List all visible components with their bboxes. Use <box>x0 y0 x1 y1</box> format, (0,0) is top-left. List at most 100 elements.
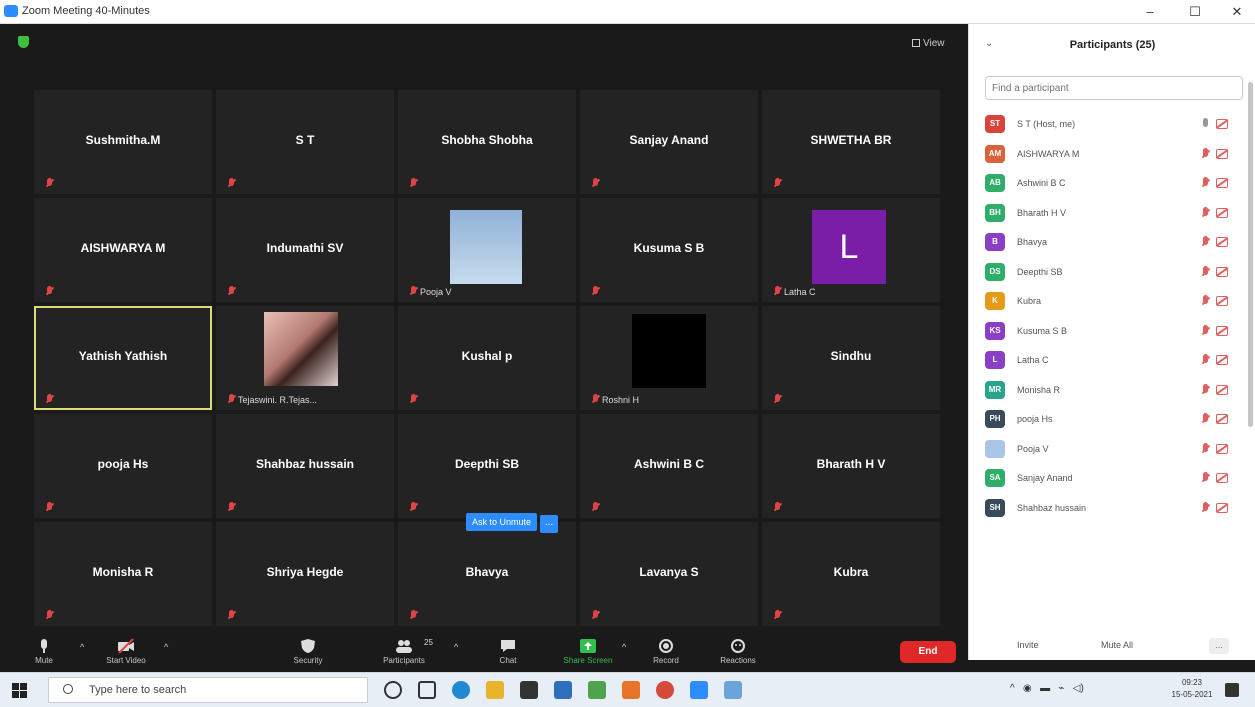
participant-tile[interactable]: Kubra <box>762 522 940 626</box>
participant-tile[interactable]: Tejaswini. R.Tejas... <box>216 306 394 410</box>
video-off-icon <box>1216 414 1228 424</box>
participant-tile[interactable]: Bhavya <box>398 522 576 626</box>
participants-button[interactable]: Participants <box>380 636 428 672</box>
office-icon[interactable] <box>622 681 640 699</box>
participant-row[interactable]: L Latha C <box>969 346 1255 376</box>
close-button[interactable]: ✕ <box>1222 2 1252 22</box>
participant-row[interactable]: Pooja V <box>969 435 1255 465</box>
participant-row[interactable]: K Kubra <box>969 287 1255 317</box>
minimize-button[interactable]: – <box>1135 2 1165 22</box>
taskbar-search-box[interactable]: Type here to search <box>48 677 368 703</box>
participant-row[interactable]: PH pooja Hs <box>969 405 1255 435</box>
participant-row[interactable]: BH Bharath H V <box>969 199 1255 229</box>
participant-tile[interactable]: Bharath H V <box>762 414 940 518</box>
view-button[interactable]: View <box>912 38 945 49</box>
video-options-caret-icon[interactable]: ^ <box>164 642 168 652</box>
windows-start-icon[interactable] <box>12 683 27 698</box>
system-clock[interactable]: 09:23 15-05-2021 <box>1170 677 1214 701</box>
muted-mic-icon <box>1201 472 1210 484</box>
participant-row[interactable]: SH Shahbaz hussain <box>969 494 1255 524</box>
file-explorer-icon[interactable] <box>486 681 504 699</box>
zoom-taskbar-icon[interactable] <box>690 681 708 699</box>
participant-tile[interactable]: Indumathi SV <box>216 198 394 302</box>
gallery-grid: Sushmitha.M S T Shobha Shobha Sanjay Anand S… <box>34 90 940 630</box>
avatar: DS <box>985 262 1005 281</box>
cortana-icon[interactable] <box>384 681 402 699</box>
participant-tile[interactable]: Monisha R <box>34 522 212 626</box>
store-icon[interactable] <box>520 681 538 699</box>
security-shield-icon <box>301 639 315 653</box>
participant-row[interactable]: MR Monisha R <box>969 376 1255 406</box>
participant-tile[interactable]: Pooja V <box>398 198 576 302</box>
security-button[interactable]: Security <box>288 636 328 672</box>
participant-tile[interactable]: S T <box>216 90 394 194</box>
participant-row[interactable]: ST S T (Host, me) <box>969 110 1255 140</box>
audio-options-caret-icon[interactable]: ^ <box>80 642 84 652</box>
participant-tile[interactable]: Yathish Yathish <box>34 306 212 410</box>
participant-row[interactable]: KS Kusuma S B <box>969 317 1255 347</box>
start-video-button[interactable]: Start Video <box>104 636 148 672</box>
participant-tile[interactable]: L Latha C <box>762 198 940 302</box>
participant-tile[interactable]: Kushal p <box>398 306 576 410</box>
ask-to-unmute-button[interactable]: Ask to Unmute <box>466 513 538 531</box>
muted-mic-icon <box>1201 383 1210 396</box>
mute-all-button[interactable]: Mute All <box>1101 640 1133 650</box>
share-options-caret-icon[interactable]: ^ <box>622 642 626 652</box>
participant-tile[interactable]: Shobha Shobha <box>398 90 576 194</box>
muted-mic-icon <box>1201 501 1210 514</box>
mute-button[interactable]: Mute <box>32 636 56 672</box>
participant-row[interactable]: B Bhavya <box>969 228 1255 258</box>
record-button[interactable]: Record <box>648 636 684 672</box>
participants-options-caret-icon[interactable]: ^ <box>454 642 458 652</box>
participant-tile[interactable]: Lavanya S <box>580 522 758 626</box>
participant-tile[interactable]: Kusuma S B <box>580 198 758 302</box>
muted-mic-icon <box>774 178 781 188</box>
participant-tile[interactable]: Shahbaz hussain <box>216 414 394 518</box>
find-participant-input[interactable] <box>985 76 1243 100</box>
participants-scrollbar[interactable] <box>1248 82 1253 427</box>
participants-panel: ⌄ Participants (25) ST S T (Host, me) AM AI… <box>968 24 1255 660</box>
photos-icon[interactable] <box>724 681 742 699</box>
participant-tile[interactable]: Sanjay Anand <box>580 90 758 194</box>
video-off-icon <box>1216 502 1228 513</box>
participant-tile[interactable]: pooja Hs <box>34 414 212 518</box>
participant-tile[interactable]: Roshni H <box>580 306 758 410</box>
chrome-icon[interactable] <box>656 681 674 699</box>
notification-icon[interactable] <box>1225 683 1239 697</box>
chat-button[interactable]: Chat <box>492 636 524 672</box>
encryption-shield-icon[interactable] <box>18 36 29 48</box>
participant-tile[interactable]: AISHWARYA M <box>34 198 212 302</box>
participants-icon <box>396 640 412 653</box>
share-screen-button[interactable]: Share Screen <box>562 636 614 672</box>
tile-name: Shobha Shobha <box>441 133 533 147</box>
participant-row[interactable]: DS Deepthi SB <box>969 258 1255 288</box>
edge-icon[interactable] <box>452 681 470 699</box>
avatar: ST <box>985 115 1005 133</box>
participant-row[interactable]: AM AISHWARYA M <box>969 140 1255 170</box>
panel-more-button[interactable]: ... <box>1209 638 1229 654</box>
participant-tile[interactable]: Shriya Hegde <box>216 522 394 626</box>
network-app-icon[interactable] <box>554 681 572 699</box>
participant-row[interactable]: SA Sanjay Anand <box>969 464 1255 494</box>
title-bar: Zoom Meeting 40-Minutes – ☐ ✕ <box>0 0 1255 24</box>
tile-more-button[interactable]: ... <box>540 515 559 533</box>
video-feed-black <box>632 314 706 388</box>
muted-mic-icon <box>1201 442 1210 455</box>
reactions-button[interactable]: Reactions <box>716 636 760 672</box>
avatar <box>985 439 1005 458</box>
system-tray[interactable]: ^ ◉ ▬ ⌁ ◁) <box>1010 683 1084 694</box>
muted-mic-icon <box>592 394 599 404</box>
invite-button[interactable]: Invite <box>1017 640 1039 650</box>
participant-tile[interactable]: Sindhu <box>762 306 940 410</box>
participant-tile[interactable]: Sushmitha.M <box>34 90 212 194</box>
participant-row[interactable]: AB Ashwini B C <box>969 169 1255 199</box>
maximize-button[interactable]: ☐ <box>1180 2 1210 22</box>
task-view-icon[interactable] <box>418 681 436 699</box>
participant-tile[interactable]: Ashwini B C <box>580 414 758 518</box>
participant-tile[interactable]: Deepthi SB <box>398 414 576 518</box>
end-meeting-button[interactable]: End <box>900 641 956 663</box>
excel-icon[interactable] <box>588 681 606 699</box>
participant-tile[interactable]: SHWETHA BR <box>762 90 940 194</box>
muted-mic-icon <box>592 178 599 188</box>
muted-mic-icon <box>1201 177 1210 189</box>
